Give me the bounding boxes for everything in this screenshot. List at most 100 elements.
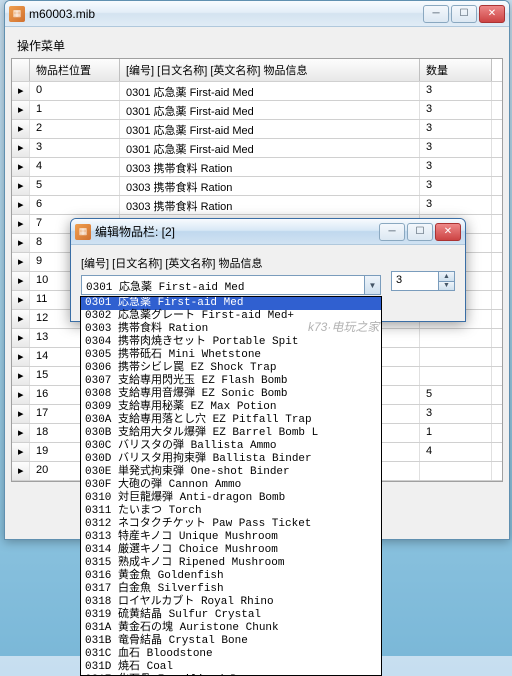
dropdown-item[interactable]: 0301 応急薬 First-aid Med	[81, 297, 381, 310]
row-header[interactable]: ▸	[12, 234, 30, 252]
row-header[interactable]: ▸	[12, 101, 30, 119]
dropdown-item[interactable]: 030E 単発式拘束弾 One-shot Binder	[81, 466, 381, 479]
row-header[interactable]: ▸	[12, 291, 30, 309]
table-row[interactable]: ▸50303 携帯食料 Ration3	[12, 177, 502, 196]
cell-qty[interactable]: 3	[420, 139, 492, 157]
dropdown-item[interactable]: 0313 特産キノコ Unique Mushroom	[81, 531, 381, 544]
operation-menu[interactable]: 操作菜单	[11, 33, 503, 58]
dropdown-item[interactable]: 0319 硫黄結晶 Sulfur Crystal	[81, 609, 381, 622]
dropdown-item[interactable]: 0311 たいまつ Torch	[81, 505, 381, 518]
cell-pos[interactable]: 1	[30, 101, 120, 119]
col-header-pos[interactable]: 物品栏位置	[30, 59, 120, 81]
cell-qty[interactable]	[420, 367, 492, 385]
dialog-minimize-button[interactable]: ─	[379, 223, 405, 241]
combo-value[interactable]: 0301 応急薬 First-aid Med	[82, 276, 364, 294]
dialog-titlebar[interactable]: ▦ 编辑物品栏: [2] ─ ☐ ✕	[71, 219, 465, 245]
table-row[interactable]: ▸10301 応急薬 First-aid Med3	[12, 101, 502, 120]
cell-info[interactable]: 0301 応急薬 First-aid Med	[120, 120, 420, 138]
dropdown-item[interactable]: 0308 支給専用音爆弾 EZ Sonic Bomb	[81, 388, 381, 401]
row-header[interactable]: ▸	[12, 443, 30, 461]
dropdown-item[interactable]: 031D 焼石 Coal	[81, 661, 381, 674]
table-row[interactable]: ▸20301 応急薬 First-aid Med3	[12, 120, 502, 139]
item-combobox[interactable]: 0301 応急薬 First-aid Med ▼	[81, 275, 381, 295]
dropdown-item[interactable]: 0318 ロイヤルカブト Royal Rhino	[81, 596, 381, 609]
row-header[interactable]: ▸	[12, 272, 30, 290]
cell-qty[interactable]: 3	[420, 405, 492, 423]
row-header[interactable]: ▸	[12, 253, 30, 271]
minimize-button[interactable]: ─	[423, 5, 449, 23]
cell-info[interactable]: 0301 応急薬 First-aid Med	[120, 101, 420, 119]
dropdown-item[interactable]: 0304 携帯肉焼きセット Portable Spit	[81, 336, 381, 349]
dropdown-item[interactable]: 031A 黄金石の塊 Auristone Chunk	[81, 622, 381, 635]
cell-info[interactable]: 0303 携帯食料 Ration	[120, 158, 420, 176]
dropdown-item[interactable]: 0312 ネコタクチケット Paw Pass Ticket	[81, 518, 381, 531]
row-header[interactable]: ▸	[12, 462, 30, 480]
cell-info[interactable]: 0301 応急薬 First-aid Med	[120, 82, 420, 100]
cell-qty[interactable]	[420, 462, 492, 480]
dropdown-item[interactable]: 0316 黄金魚 Goldenfish	[81, 570, 381, 583]
row-header[interactable]: ▸	[12, 310, 30, 328]
dropdown-item[interactable]: 0317 白金魚 Silverfish	[81, 583, 381, 596]
spin-down-icon[interactable]: ▼	[438, 282, 454, 291]
cell-qty[interactable]: 3	[420, 120, 492, 138]
row-header[interactable]: ▸	[12, 120, 30, 138]
dropdown-item[interactable]: 030F 大砲の弾 Cannon Ammo	[81, 479, 381, 492]
cell-info[interactable]: 0303 携帯食料 Ration	[120, 196, 420, 214]
table-row[interactable]: ▸30301 応急薬 First-aid Med3	[12, 139, 502, 158]
row-header[interactable]: ▸	[12, 348, 30, 366]
row-header[interactable]: ▸	[12, 177, 30, 195]
row-header[interactable]: ▸	[12, 424, 30, 442]
cell-qty[interactable]: 4	[420, 443, 492, 461]
cell-pos[interactable]: 6	[30, 196, 120, 214]
dropdown-item[interactable]: 0309 支給専用秘薬 EZ Max Potion	[81, 401, 381, 414]
row-header[interactable]: ▸	[12, 139, 30, 157]
row-header[interactable]: ▸	[12, 386, 30, 404]
row-header[interactable]: ▸	[12, 367, 30, 385]
cell-pos[interactable]: 5	[30, 177, 120, 195]
cell-qty[interactable]: 3	[420, 82, 492, 100]
maximize-button[interactable]: ☐	[451, 5, 477, 23]
row-header[interactable]: ▸	[12, 82, 30, 100]
quantity-stepper[interactable]: 3 ▲ ▼	[391, 271, 455, 291]
dropdown-item[interactable]: 030C バリスタの弾 Ballista Ammo	[81, 440, 381, 453]
row-header[interactable]: ▸	[12, 405, 30, 423]
dropdown-item[interactable]: 0314 厳選キノコ Choice Mushroom	[81, 544, 381, 557]
dropdown-item[interactable]: 0307 支給専用閃光玉 EZ Flash Bomb	[81, 375, 381, 388]
cell-qty[interactable]	[420, 348, 492, 366]
dialog-close-button[interactable]: ✕	[435, 223, 461, 241]
dropdown-item[interactable]: 0310 対巨龍爆弾 Anti-dragon Bomb	[81, 492, 381, 505]
quantity-value[interactable]: 3	[392, 272, 438, 290]
row-header[interactable]: ▸	[12, 215, 30, 233]
cell-info[interactable]: 0301 応急薬 First-aid Med	[120, 139, 420, 157]
row-header[interactable]: ▸	[12, 196, 30, 214]
table-row[interactable]: ▸00301 応急薬 First-aid Med3	[12, 82, 502, 101]
cell-pos[interactable]: 3	[30, 139, 120, 157]
row-header[interactable]: ▸	[12, 158, 30, 176]
close-button[interactable]: ✕	[479, 5, 505, 23]
cell-qty[interactable]: 1	[420, 424, 492, 442]
cell-qty[interactable]: 3	[420, 177, 492, 195]
cell-qty[interactable]: 3	[420, 196, 492, 214]
chevron-down-icon[interactable]: ▼	[364, 276, 380, 294]
spin-up-icon[interactable]: ▲	[438, 272, 454, 282]
cell-qty[interactable]: 3	[420, 101, 492, 119]
dropdown-item[interactable]: 030D バリスタ用拘束弾 Ballista Binder	[81, 453, 381, 466]
main-titlebar[interactable]: ▦ m60003.mib ─ ☐ ✕	[5, 1, 509, 27]
dialog-maximize-button[interactable]: ☐	[407, 223, 433, 241]
cell-pos[interactable]: 0	[30, 82, 120, 100]
cell-qty[interactable]: 5	[420, 386, 492, 404]
col-header-qty[interactable]: 数量	[420, 59, 492, 81]
dropdown-item[interactable]: 030B 支給用大タル爆弾 EZ Barrel Bomb L	[81, 427, 381, 440]
cell-qty[interactable]: 3	[420, 158, 492, 176]
dropdown-item[interactable]: 031C 血石 Bloodstone	[81, 648, 381, 661]
row-header[interactable]: ▸	[12, 329, 30, 347]
dropdown-item[interactable]: 0306 携帯シビレ罠 EZ Shock Trap	[81, 362, 381, 375]
cell-pos[interactable]: 2	[30, 120, 120, 138]
table-row[interactable]: ▸60303 携帯食料 Ration3	[12, 196, 502, 215]
dropdown-item[interactable]: 0305 携帯砥石 Mini Whetstone	[81, 349, 381, 362]
cell-pos[interactable]: 4	[30, 158, 120, 176]
dropdown-item[interactable]: 030A 支給専用落とし穴 EZ Pitfall Trap	[81, 414, 381, 427]
col-header-info[interactable]: [编号] [日文名称] [英文名称] 物品信息	[120, 59, 420, 81]
table-row[interactable]: ▸40303 携帯食料 Ration3	[12, 158, 502, 177]
item-dropdown-list[interactable]: 0301 応急薬 First-aid Med0302 応急薬グレート First…	[80, 296, 382, 676]
